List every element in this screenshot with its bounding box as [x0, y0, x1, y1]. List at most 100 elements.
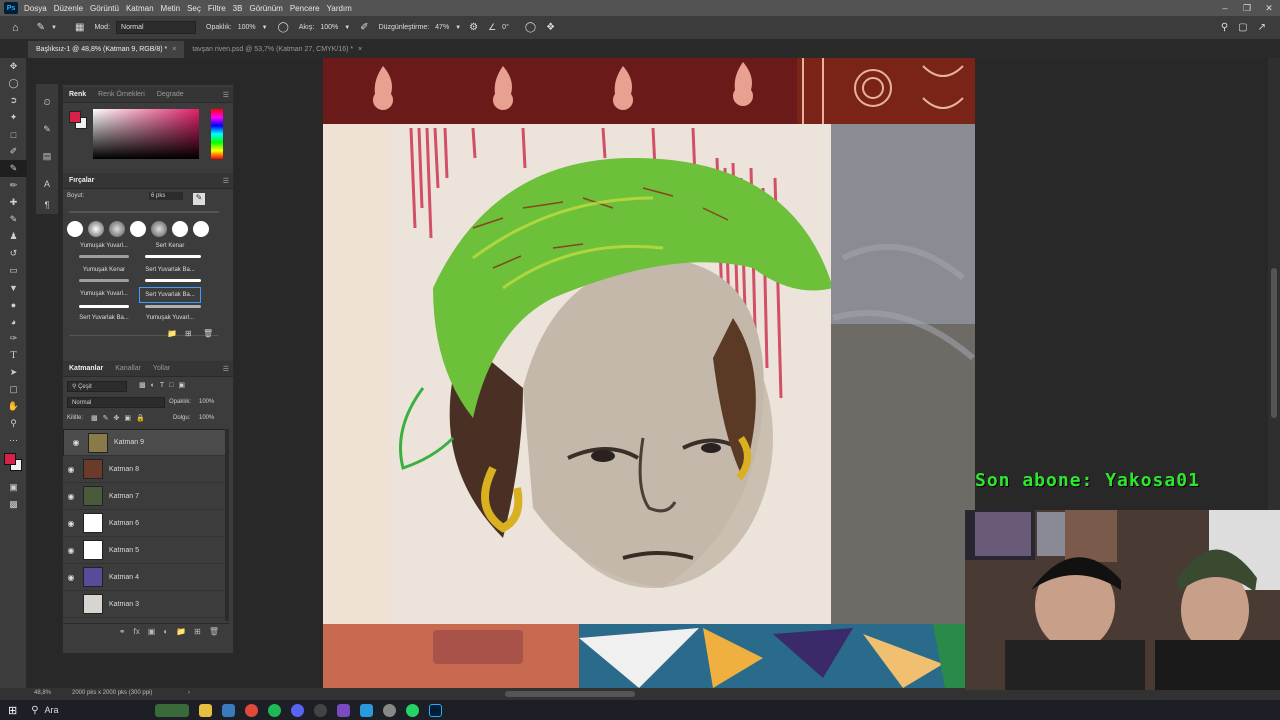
photoshop-logo-icon[interactable]: Ps	[4, 2, 18, 14]
search-icon[interactable]: ⚲	[1221, 22, 1228, 33]
healing-tool-icon[interactable]: ✚	[0, 194, 27, 211]
layer-row[interactable]: ◉ Katman 7	[63, 483, 229, 510]
layer-filter-select[interactable]: ⚲ Çeşit	[67, 381, 127, 392]
obs-icon[interactable]	[313, 703, 327, 717]
brush-mixer-tool-icon[interactable]: ✎	[0, 211, 27, 228]
color-picker-field[interactable]	[93, 109, 199, 159]
layer-row[interactable]: ◉ Katman 9	[63, 429, 229, 456]
delete-icon[interactable]: 🗑	[203, 329, 213, 338]
crop-tool-icon[interactable]: □	[0, 126, 27, 143]
tab-yollar[interactable]: Yollar	[147, 365, 176, 372]
brush-preset-soft-round[interactable]	[151, 221, 167, 237]
mask-icon[interactable]: ▣	[148, 627, 156, 636]
menu-gorunum[interactable]: Görünüm	[249, 4, 282, 13]
home-icon[interactable]: ⌂	[12, 22, 19, 34]
foreground-color-swatch[interactable]	[4, 453, 16, 465]
brush-item[interactable]: Yumuşak Yuvarl...	[73, 291, 135, 297]
paragraph-panel-icon[interactable]: ¶	[36, 196, 58, 213]
character-panel-icon[interactable]: A	[36, 175, 58, 192]
dodge-tool-icon[interactable]: ◕	[0, 313, 27, 330]
github-icon[interactable]	[382, 703, 396, 717]
quick-select-tool-icon[interactable]: ✦	[0, 109, 27, 126]
eye-icon[interactable]: ◉	[63, 573, 79, 582]
document-info[interactable]: 2000 pks x 2000 pks (300 ppi)	[72, 690, 152, 696]
eyedropper-tool-icon[interactable]: ✐	[0, 143, 27, 160]
brush-settings-icon[interactable]: ▦	[75, 22, 84, 33]
hue-slider[interactable]	[211, 109, 223, 159]
new-layer-icon[interactable]: ⊞	[194, 627, 201, 636]
brush-preset-hard-round[interactable]	[130, 221, 146, 237]
brush-item[interactable]: Yumuşak Kenar	[73, 267, 135, 273]
panel-menu-icon[interactable]: ☰	[223, 365, 229, 373]
fx-icon[interactable]: fx	[134, 627, 140, 636]
brush-preset-hard-round[interactable]	[193, 221, 209, 237]
blend-mode-select[interactable]: Normal	[67, 397, 165, 408]
brush-item-selected[interactable]: Sert Yuvarlak Ba...	[139, 287, 201, 303]
photoshop-taskbar-icon[interactable]	[428, 703, 442, 717]
pen-tool-icon[interactable]: ✑	[0, 330, 27, 347]
layers-scrollbar[interactable]	[225, 429, 229, 621]
scroll-thumb[interactable]	[1271, 268, 1277, 418]
pencil-tool-icon[interactable]: ✏	[0, 177, 27, 194]
vpn-icon[interactable]	[359, 703, 373, 717]
new-group-icon[interactable]: 📁	[176, 627, 186, 636]
brush-item[interactable]: Sert Yuvarlak Ba...	[73, 315, 135, 321]
new-folder-icon[interactable]: 📁	[167, 329, 177, 338]
shape-tool-icon[interactable]: ▢	[0, 381, 27, 398]
foreground-color-swatch[interactable]	[69, 111, 81, 123]
flow-input[interactable]: 100%	[320, 24, 338, 31]
tab-untitled-1[interactable]: Başlıksız-1 @ 48,8% (Katman 9, RGB/8) * …	[28, 41, 185, 58]
tab-kanallar[interactable]: Kanallar	[109, 365, 147, 372]
brush-preset-hard-round[interactable]	[172, 221, 188, 237]
hand-tool-icon[interactable]: ✋	[0, 398, 27, 415]
tab-renk[interactable]: Renk	[63, 91, 92, 98]
tab-katmanlar[interactable]: Katmanlar	[63, 365, 109, 372]
eraser-tool-icon[interactable]: ▭	[0, 262, 27, 279]
eye-icon[interactable]: ◉	[63, 546, 79, 555]
quick-mask-icon[interactable]: ▣	[0, 479, 27, 496]
brush-settings-panel-icon[interactable]: ✎	[36, 121, 58, 138]
terminal-icon[interactable]	[221, 703, 235, 717]
history-panel-icon[interactable]: ⏲	[36, 94, 58, 111]
more-tools-icon[interactable]: ⋯	[0, 432, 27, 449]
mode-select[interactable]: Normal	[116, 21, 197, 34]
move-tool-icon[interactable]: ✥	[0, 58, 27, 75]
taskbar-search-label[interactable]: Ara	[45, 705, 59, 715]
opacity-input[interactable]: 100%	[199, 399, 214, 405]
brush-preview-slider[interactable]	[69, 335, 219, 336]
zoom-level[interactable]: 48,8%	[34, 690, 51, 696]
brush-preset-soft-round[interactable]	[88, 221, 104, 237]
path-select-tool-icon[interactable]: ➤	[0, 364, 27, 381]
smoothing-chevron-icon[interactable]: ▼	[455, 25, 461, 31]
windows-start-icon[interactable]: ⊞	[8, 704, 17, 717]
discord-icon[interactable]	[290, 703, 304, 717]
opacity-chevron-icon[interactable]: ▼	[262, 25, 268, 31]
layer-row[interactable]: ◉ Katman 6	[63, 510, 229, 537]
blur-tool-icon[interactable]: ●	[0, 296, 27, 313]
horizontal-scrollbar[interactable]	[505, 691, 635, 697]
panel-menu-icon[interactable]: ☰	[223, 91, 229, 99]
screen-mode-icon[interactable]: ▩	[0, 496, 27, 513]
file-explorer-icon[interactable]	[198, 703, 212, 717]
share-icon[interactable]: ↗	[1258, 22, 1266, 33]
layer-row[interactable]: ◉ Katman 5	[63, 537, 229, 564]
gear-icon[interactable]: ⚙	[469, 22, 478, 33]
airbrush-icon[interactable]: ✐	[360, 22, 368, 33]
taskbar-widget-icon[interactable]	[154, 703, 189, 717]
brush-item[interactable]: Yumuşak Yuvarl...	[139, 315, 201, 321]
menu-3b[interactable]: 3B	[233, 4, 243, 13]
minimize-icon[interactable]: –	[1214, 3, 1236, 14]
menu-filtre[interactable]: Filtre	[208, 4, 226, 13]
menu-dosya[interactable]: Dosya	[24, 4, 47, 13]
new-brush-icon[interactable]: ✎	[193, 193, 205, 205]
brush-preset-soft-round[interactable]	[109, 221, 125, 237]
document-canvas[interactable]	[323, 58, 975, 688]
smoothing-input[interactable]: 47%	[435, 24, 449, 31]
status-chevron-icon[interactable]: ›	[188, 690, 190, 696]
symmetry-icon[interactable]: ❖	[546, 22, 555, 33]
opacity-input[interactable]: 100%	[238, 24, 256, 31]
stamp-tool-icon[interactable]: ♟	[0, 228, 27, 245]
tab-renk-ornekleri[interactable]: Renk Örnekleri	[92, 91, 151, 98]
menu-metin[interactable]: Metin	[161, 4, 181, 13]
brush-item[interactable]: Yumuşak Yuvarl...	[73, 243, 135, 249]
